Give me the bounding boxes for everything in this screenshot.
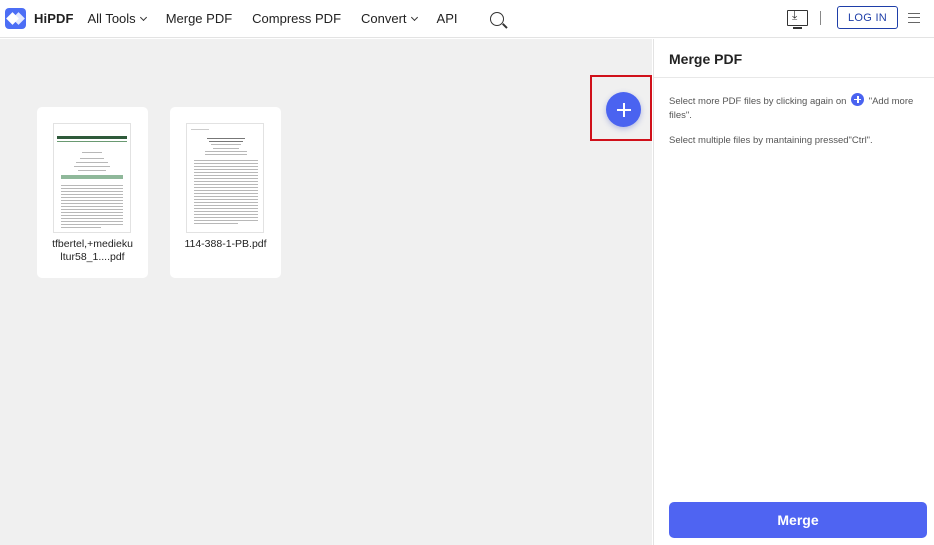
merge-panel: Merge PDF Select more PDF files by click… <box>653 39 934 545</box>
panel-title: Merge PDF <box>669 51 743 67</box>
file-card[interactable]: tfbertel,+medieku ltur58_1....pdf <box>37 107 148 278</box>
download-icon[interactable] <box>787 8 808 29</box>
hipdf-logo[interactable]: HiPDF <box>5 8 74 29</box>
menu-icon[interactable] <box>908 12 920 23</box>
hipdf-logo-icon <box>5 8 26 29</box>
nav-convert-label: Convert <box>361 11 407 26</box>
nav-all-tools[interactable]: All Tools <box>87 11 147 26</box>
tip-add-more-text-start: Select more PDF files by clicking again … <box>669 96 847 107</box>
nav-convert[interactable]: Convert <box>361 11 418 26</box>
top-header: HiPDF All Tools Merge PDF Compress PDF C… <box>0 0 934 38</box>
file-card[interactable]: 114-388-1-PB.pdf <box>170 107 281 278</box>
file-name: 114-388-1-PB.pdf <box>184 238 267 250</box>
add-more-files-button[interactable] <box>606 92 641 127</box>
header-actions: LOG IN <box>787 6 920 29</box>
nav-all-tools-label: All Tools <box>87 11 136 26</box>
pdf-thumbnail <box>53 123 131 233</box>
logo-text: HiPDF <box>34 11 74 26</box>
nav-compress-pdf[interactable]: Compress PDF <box>252 11 341 26</box>
tip-add-more: Select more PDF files by clicking again … <box>669 93 924 123</box>
pdf-thumbnail <box>186 123 264 233</box>
tip-multiple-select: Select multiple files by mantaining pres… <box>669 135 873 146</box>
merge-button[interactable]: Merge <box>669 502 927 538</box>
chevron-down-icon <box>139 13 147 22</box>
nav-api-label: API <box>436 11 458 26</box>
main-nav: All Tools Merge PDF Compress PDF Convert… <box>88 11 504 26</box>
chevron-down-icon <box>410 13 418 22</box>
nav-merge-pdf[interactable]: Merge PDF <box>166 11 232 26</box>
header-divider <box>820 10 821 25</box>
search-icon[interactable] <box>489 11 504 26</box>
login-button[interactable]: LOG IN <box>837 6 898 29</box>
panel-divider <box>654 77 934 78</box>
file-name: tfbertel,+medieku ltur58_1....pdf <box>52 238 133 263</box>
plus-icon <box>851 93 865 106</box>
plus-icon <box>616 102 631 117</box>
nav-compress-pdf-label: Compress PDF <box>252 11 342 26</box>
nav-merge-pdf-label: Merge PDF <box>165 11 233 26</box>
nav-api[interactable]: API <box>437 11 458 26</box>
